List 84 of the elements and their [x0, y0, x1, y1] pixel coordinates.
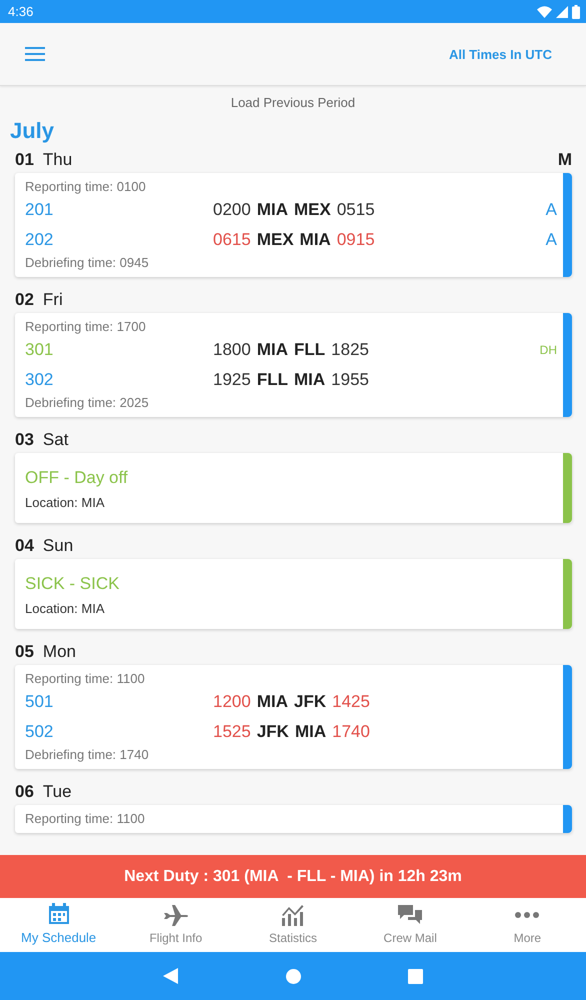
- airport-code: MIA: [256, 692, 288, 712]
- location-label: Location: MIA: [25, 601, 106, 617]
- calendar-icon: [48, 903, 70, 925]
- tab[interactable]: My Schedule: [0, 898, 118, 952]
- weekday-label: Tue: [42, 782, 73, 802]
- back-icon[interactable]: [163, 968, 180, 984]
- departure-time: 1525: [213, 722, 251, 742]
- day-number: 04: [15, 536, 34, 556]
- arrival-time: 0515: [336, 200, 375, 220]
- month-heading: July: [9, 117, 56, 145]
- duty-card[interactable]: Reporting time: 1100 501 1200 MIA JFK 1425 502 1525 JFK MIA 1740 Debriefing time: 1740: [15, 665, 572, 769]
- departure-time: 1800: [213, 340, 251, 360]
- airport-code: JFK: [256, 722, 289, 742]
- debriefing-time: Debriefing time: 0945: [25, 255, 150, 271]
- day-marker: M: [558, 150, 572, 170]
- flight-number: 502: [25, 722, 54, 742]
- day-number: 01: [15, 150, 34, 170]
- duty-card[interactable]: Reporting time: 0100 201 0200 MIA MEX 0515 A 202 0615 MEX MIA 0915 A Debriefing time: 0945: [15, 173, 572, 277]
- debriefing-time: Debriefing time: 2025: [25, 395, 150, 411]
- day-number: 06: [15, 782, 34, 802]
- airport-code: MIA: [300, 230, 331, 250]
- flight-number: 501: [25, 692, 54, 712]
- tab[interactable]: Crew Mail: [352, 898, 469, 952]
- tab[interactable]: Statistics: [234, 898, 352, 952]
- airport-code: JFK: [294, 692, 326, 712]
- arrival-time: 0915: [336, 230, 375, 250]
- departure-time: 1200: [213, 692, 251, 712]
- clock-time: 4:36: [8, 4, 34, 19]
- weekday-label: Fri: [42, 290, 64, 310]
- activity-title: SICK - SICK: [25, 573, 120, 595]
- weekday-label: Mon: [42, 642, 77, 662]
- flight-number: 302: [25, 370, 54, 390]
- home-icon[interactable]: [286, 968, 301, 984]
- duty-card[interactable]: Reporting time: 1700 301 1800 MIA FLL 1825 DH 302 1925 FLL MIA 1955 Debriefing time: 2025: [15, 313, 572, 417]
- airport-code: MIA: [294, 370, 326, 390]
- menu-icon[interactable]: [25, 47, 45, 61]
- flight-tag: A: [546, 200, 557, 220]
- timezone-label[interactable]: All Times In UTC: [448, 46, 552, 62]
- airport-code: FLL: [256, 370, 288, 390]
- airport-code: MIA: [256, 200, 288, 220]
- day-number: 02: [15, 290, 34, 310]
- airport-code: MEX: [294, 200, 331, 220]
- weekday-label: Sun: [42, 536, 74, 556]
- day-number: 03: [15, 430, 34, 450]
- flight-number: 202: [25, 230, 54, 250]
- reporting-time: Reporting time: 1700: [25, 319, 147, 335]
- debriefing-time: Debriefing time: 1740: [25, 747, 150, 763]
- departure-time: 0200: [213, 200, 251, 220]
- arrival-time: 1425: [332, 692, 370, 712]
- airport-code: FLL: [294, 340, 326, 360]
- arrival-time: 1740: [332, 722, 370, 742]
- departure-time: 0615: [213, 230, 251, 250]
- arrival-time: 1825: [331, 340, 369, 360]
- duty-card[interactable]: SICK - SICK Location: MIA: [15, 559, 572, 629]
- tab[interactable]: Flight Info: [117, 898, 234, 952]
- flight-number: 201: [25, 200, 54, 220]
- flight-number: 301: [25, 340, 54, 360]
- day-number: 05: [15, 642, 34, 662]
- duty-card[interactable]: OFF - Day off Location: MIA: [15, 453, 572, 523]
- location-label: Location: MIA: [25, 495, 106, 511]
- signal-icon: [556, 6, 568, 18]
- arrival-time: 1955: [331, 370, 369, 390]
- activity-title: OFF - Day off: [25, 467, 129, 489]
- chat-icon: [398, 904, 422, 926]
- duty-card[interactable]: Reporting time: 1100: [15, 805, 572, 833]
- airport-code: MEX: [256, 230, 294, 250]
- chart-icon: [281, 904, 305, 926]
- weekday-label: Thu: [42, 150, 74, 170]
- flight-tag: DH: [540, 343, 557, 357]
- airport-code: MIA: [294, 722, 326, 742]
- wifi-icon: [537, 6, 552, 18]
- tab[interactable]: More: [468, 898, 586, 952]
- flight-tag: A: [546, 230, 557, 250]
- reporting-time: Reporting time: 0100: [25, 179, 147, 195]
- departure-time: 1925: [213, 370, 251, 390]
- more-icon: [515, 912, 540, 918]
- weekday-label: Sat: [42, 430, 70, 450]
- reporting-time: Reporting time: 1100: [25, 671, 146, 687]
- airplane-icon: [164, 904, 188, 926]
- battery-icon: [572, 4, 580, 18]
- load-previous-link[interactable]: Load Previous Period: [0, 86, 586, 116]
- reporting-time: Reporting time: 1100: [25, 811, 146, 827]
- recents-icon[interactable]: [408, 968, 423, 984]
- airport-code: MIA: [256, 340, 288, 360]
